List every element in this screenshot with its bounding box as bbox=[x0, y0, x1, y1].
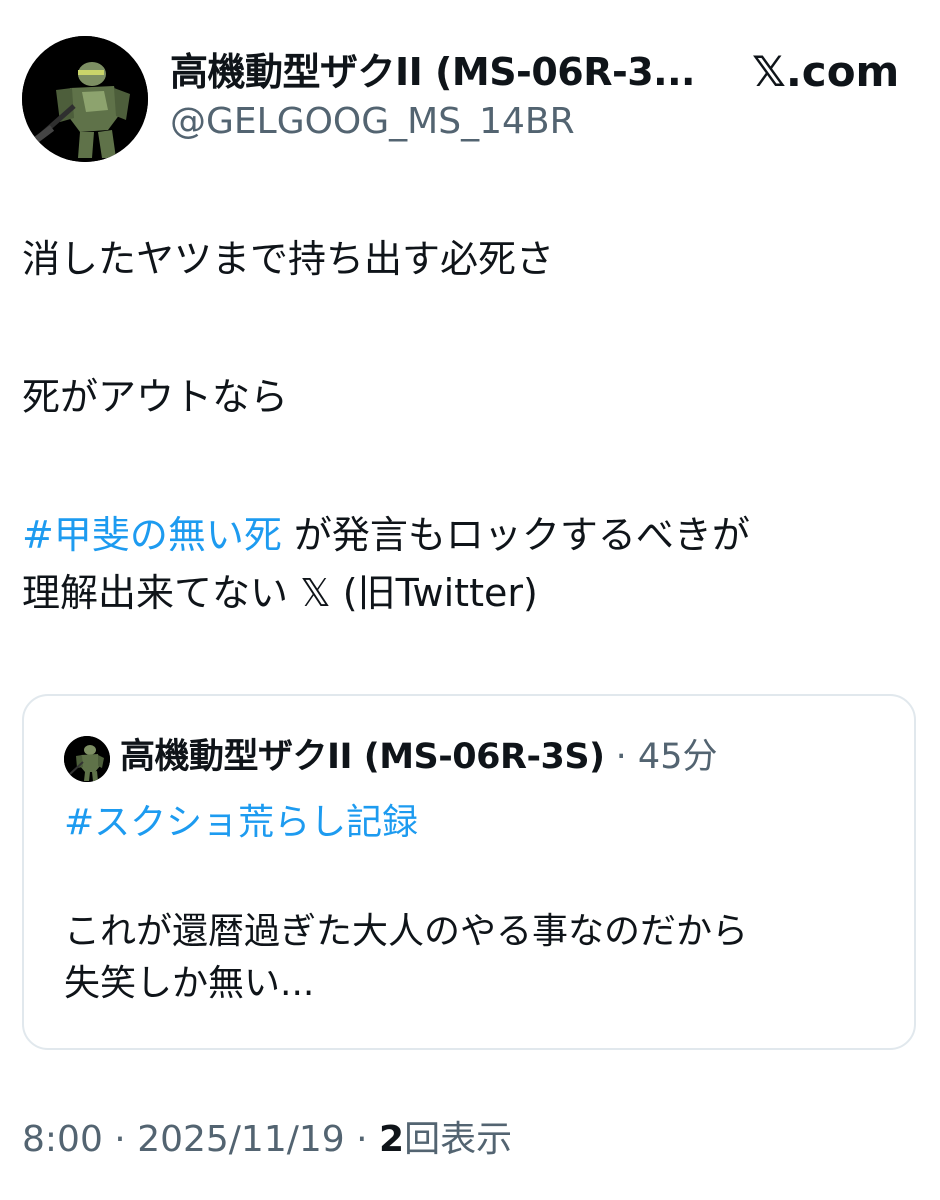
profile-avatar[interactable] bbox=[22, 36, 148, 162]
quoted-tweet-card[interactable]: 高機動型ザクII (MS-06R-3S) · 45分 #スクショ荒らし記録 これ… bbox=[22, 694, 916, 1050]
quoted-avatar bbox=[64, 736, 110, 782]
tweet-footer: 8:00 · 2025/11/19 · 2回表示 bbox=[22, 1116, 512, 1164]
tweet-line: 消したヤツまで持ち出す必死さ bbox=[22, 237, 555, 281]
footer-separator: · bbox=[344, 1119, 380, 1160]
x-logo-icon: 𝕏 bbox=[300, 571, 331, 615]
tweet-line: #甲斐の無い死 が発言もロックするべきが bbox=[22, 506, 912, 564]
post-date[interactable]: 2025/11/19 bbox=[137, 1119, 345, 1160]
post-time[interactable]: 8:00 bbox=[22, 1119, 103, 1160]
tweet-body: 消したヤツまで持ち出す必死さ 死がアウトなら #甲斐の無い死 が発言もロックする… bbox=[22, 230, 912, 622]
mobile-suit-icon bbox=[22, 36, 148, 162]
footer-separator: · bbox=[102, 1119, 138, 1160]
quoted-separator: · bbox=[604, 737, 638, 777]
display-name[interactable]: 高機動型ザクII (MS-06R-3... bbox=[170, 48, 730, 96]
tweet-line: 死がアウトなら bbox=[22, 375, 289, 419]
hashtag-link[interactable]: #スクショ荒らし記録 bbox=[64, 800, 418, 846]
views-label: 回表示 bbox=[404, 1119, 513, 1160]
quoted-text-line: 失笑しか無い... bbox=[64, 963, 315, 1004]
site-domain: .com bbox=[785, 47, 900, 96]
tweet-line: 理解出来てない 𝕏 (旧Twitter) bbox=[22, 564, 912, 622]
tweet-text-segment: が発言もロックするべきが bbox=[281, 513, 750, 557]
quoted-header: 高機動型ザクII (MS-06R-3S) · 45分 bbox=[120, 734, 717, 780]
quoted-display-name[interactable]: 高機動型ザクII (MS-06R-3S) bbox=[120, 737, 605, 777]
quoted-text: これが還暦過ぎた大人のやる事なのだから 失笑しか無い... bbox=[64, 906, 748, 1010]
tweet-text-segment: 理解出来てない bbox=[22, 571, 301, 615]
tweet-text-segment: (旧Twitter) bbox=[330, 571, 538, 615]
mobile-suit-icon bbox=[64, 736, 110, 782]
user-handle[interactable]: @GELGOOG_MS_14BR bbox=[170, 100, 575, 144]
quoted-timestamp: 45分 bbox=[637, 737, 718, 777]
x-logo-icon: 𝕏 bbox=[752, 47, 786, 96]
x-com-badge: 𝕏.com bbox=[752, 46, 899, 98]
hashtag-link[interactable]: #甲斐の無い死 bbox=[22, 513, 282, 557]
quoted-text-line: これが還暦過ぎた大人のやる事なのだから bbox=[64, 911, 749, 952]
views-count: 2 bbox=[379, 1119, 405, 1160]
